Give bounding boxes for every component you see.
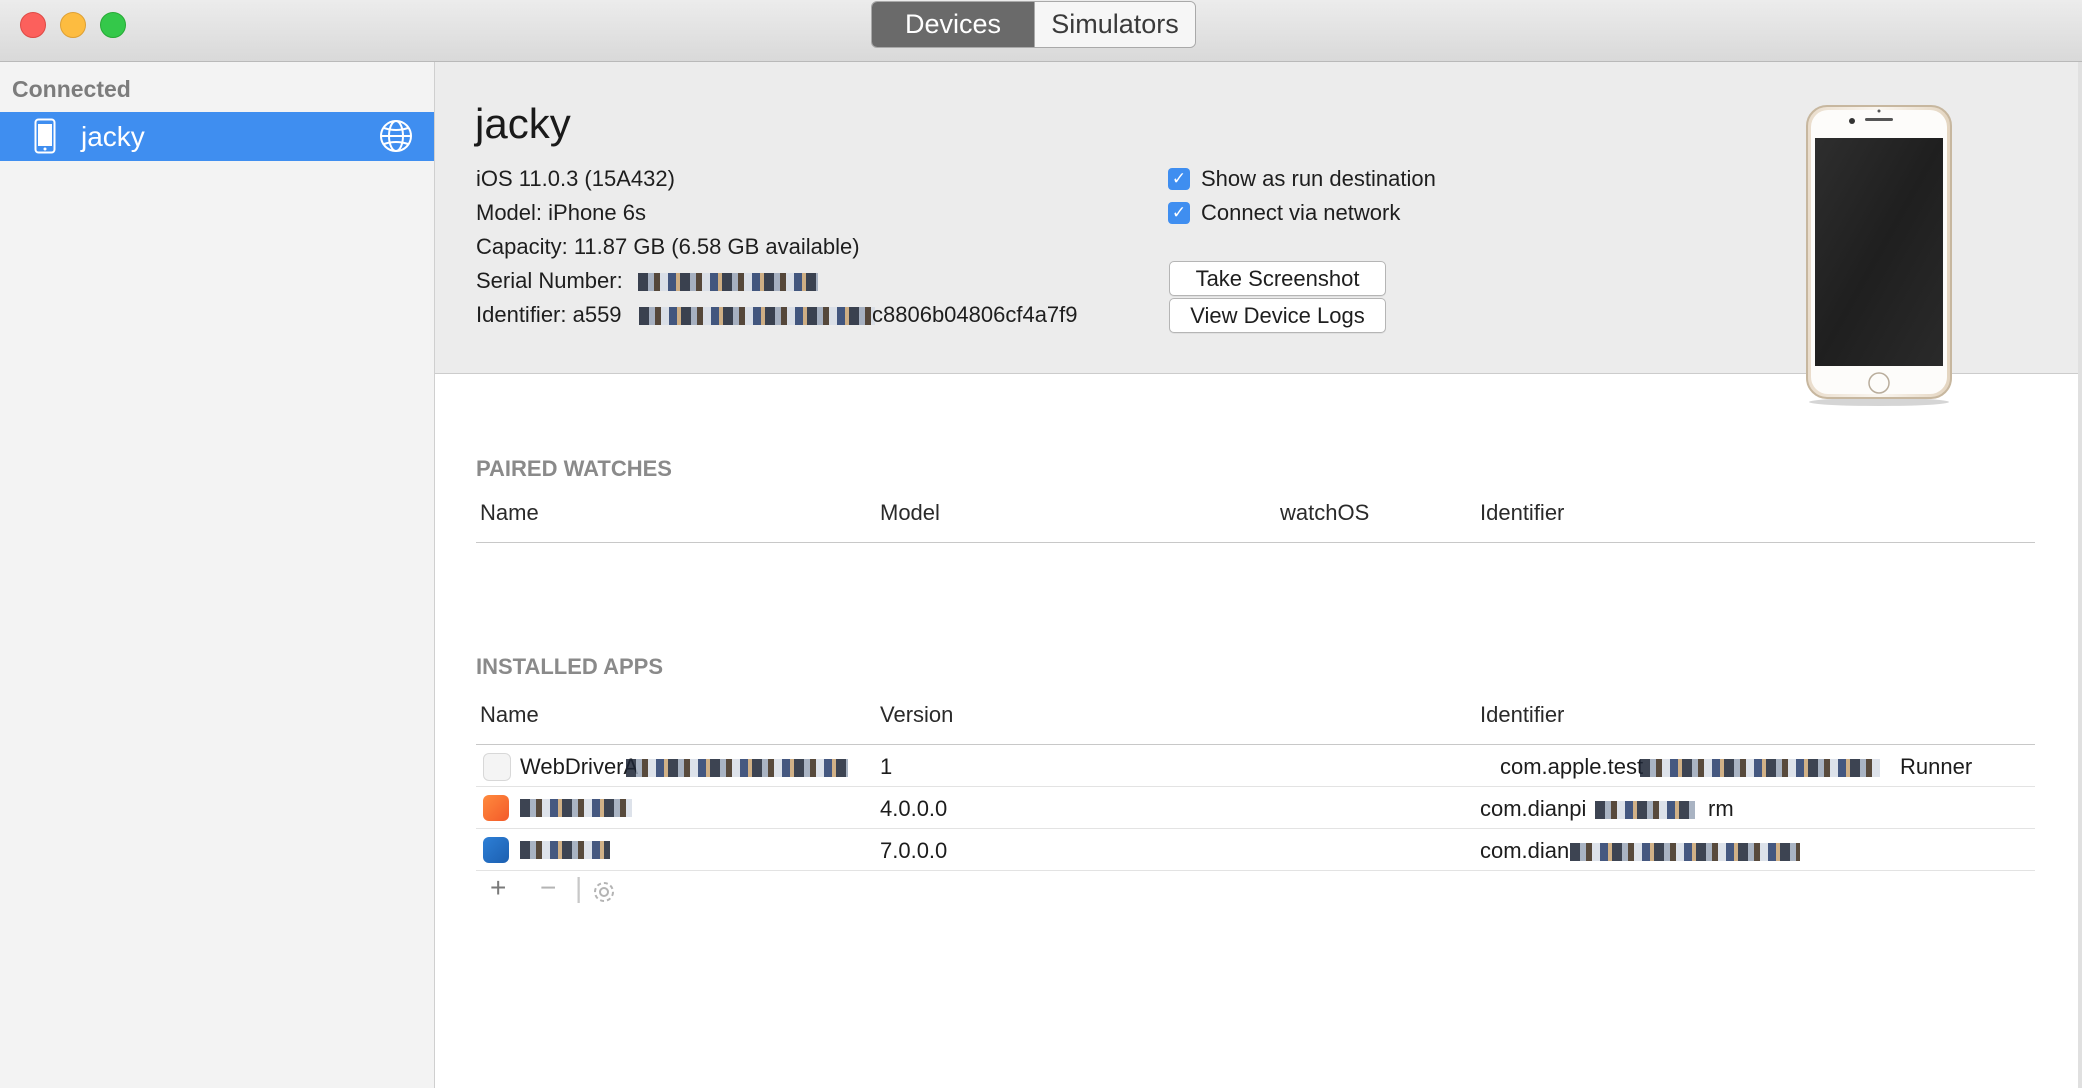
app-icon (483, 795, 509, 821)
paired-watches-title: PAIRED WATCHES (476, 456, 672, 481)
iphone-icon (34, 118, 56, 154)
minimize-window-button[interactable] (60, 12, 86, 38)
watches-col-watchos[interactable]: watchOS (1280, 500, 1369, 526)
watches-col-name[interactable]: Name (480, 500, 539, 526)
show-as-run-destination-option[interactable]: ✓ Show as run destination (1168, 166, 1436, 192)
redacted-app-identifier (1595, 801, 1695, 819)
redacted-app-identifier (1570, 843, 1800, 861)
sidebar-item-label: jacky (81, 121, 145, 152)
watches-col-identifier[interactable]: Identifier (1480, 500, 1564, 526)
checkmark-icon[interactable]: ✓ (1168, 168, 1190, 190)
iphone-device-image (1806, 105, 1952, 406)
sidebar-header-connected: Connected (12, 76, 131, 102)
checkmark-icon[interactable]: ✓ (1168, 202, 1190, 224)
app-version: 1 (880, 754, 893, 779)
option-label: Connect via network (1201, 200, 1401, 225)
view-device-logs-button[interactable]: View Device Logs (1169, 298, 1386, 333)
redacted-app-identifier (1640, 759, 1880, 777)
identifier-suffix: c8806b04806cf4a7f9 (872, 302, 1078, 327)
network-globe-icon (380, 120, 412, 152)
redacted-app-name (520, 799, 632, 817)
installed-apps-title: INSTALLED APPS (476, 654, 664, 679)
take-screenshot-button[interactable]: Take Screenshot (1169, 261, 1386, 296)
app-identifier: com.apple.test (1500, 754, 1644, 779)
app-identifier-tail: rm (1708, 796, 1734, 821)
close-window-button[interactable] (20, 12, 46, 38)
device-model: Model: iPhone 6s (476, 200, 646, 225)
watches-col-model[interactable]: Model (880, 500, 940, 526)
redacted-app-name (520, 841, 610, 859)
app-identifier: com.dian (1480, 838, 1570, 863)
row-divider (476, 786, 2035, 787)
app-icon (483, 753, 511, 781)
add-app-button[interactable]: + (490, 872, 506, 904)
app-icon (483, 837, 509, 863)
device-identifier: Identifier: a559 (476, 302, 622, 328)
redacted-identifier (639, 307, 875, 325)
row-divider (476, 870, 2035, 871)
redacted-serial (638, 273, 818, 291)
app-identifier-tail: Runner (1900, 754, 1973, 779)
identifier-label: Identifier: a559 (476, 302, 622, 327)
tab-simulators[interactable]: Simulators (1034, 2, 1195, 47)
ios-version: iOS 11.0.3 (15A432) (476, 166, 675, 191)
title-bar: Devices Simulators (0, 0, 2082, 62)
apps-col-identifier[interactable]: Identifier (1480, 702, 1564, 728)
sidebar: Connected jacky (0, 62, 435, 1088)
sidebar-item-jacky[interactable]: jacky (0, 112, 434, 161)
tab-devices[interactable]: Devices (872, 2, 1034, 47)
app-version: 4.0.0.0 (880, 796, 948, 821)
row-divider (476, 828, 2035, 829)
watches-header-divider (476, 542, 2035, 543)
serial-number-label: Serial Number: (476, 268, 623, 293)
connect-via-network-option[interactable]: ✓ Connect via network (1168, 200, 1400, 226)
app-name: WebDriverA (520, 754, 639, 779)
option-label: Show as run destination (1201, 166, 1436, 191)
apps-col-version[interactable]: Version (880, 702, 953, 728)
remove-app-button[interactable]: − (540, 872, 556, 904)
gear-icon[interactable] (591, 879, 617, 905)
app-identifier: com.dianpi (1480, 796, 1587, 821)
toolbar-separator: | (575, 872, 583, 903)
apps-header-divider (476, 744, 2035, 745)
apps-col-name[interactable]: Name (480, 702, 539, 728)
zoom-window-button[interactable] (100, 12, 126, 38)
device-name: jacky (475, 100, 571, 147)
redacted-app-name (626, 759, 848, 777)
serial-number: Serial Number: (476, 268, 623, 294)
app-version: 7.0.0.0 (880, 838, 948, 863)
view-segmented-control: Devices Simulators (871, 1, 1196, 48)
device-capacity: Capacity: 11.87 GB (6.58 GB available) (476, 234, 860, 259)
scrollbar-edge[interactable] (2078, 62, 2082, 1088)
